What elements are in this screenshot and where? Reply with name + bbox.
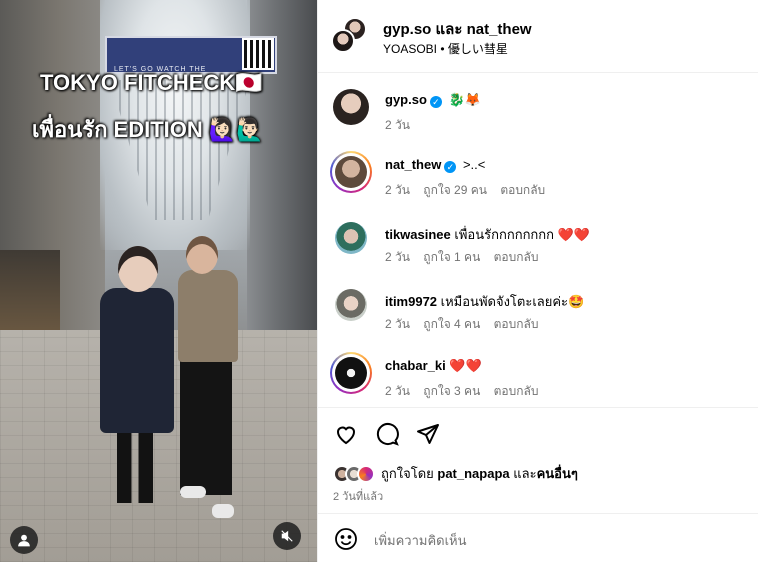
audio-track[interactable]: YOASOBI • 優しい彗星: [383, 40, 508, 57]
comment-time: 2 วัน: [385, 384, 410, 398]
comment-likes[interactable]: ถูกใจ 4 คน: [423, 317, 480, 331]
person2-shoe: [212, 504, 234, 518]
comment-likes[interactable]: ถูกใจ 29 คน: [423, 183, 487, 197]
send-icon[interactable]: [416, 422, 440, 446]
likes-and: และ: [509, 466, 537, 481]
comment-time: 2 วัน: [385, 317, 410, 331]
comment-line: itim9972 เหมือนพัดจังโตะเลยค่ะ🤩: [385, 291, 584, 312]
comment-meta: 2 วัน: [385, 116, 420, 135]
avatar[interactable]: [335, 289, 367, 321]
likes-others[interactable]: คนอื่นๆ: [537, 466, 578, 481]
avatar[interactable]: [335, 156, 367, 188]
comment-meta: 2 วัน ถูกใจ 29 คน ตอบกลับ: [385, 181, 555, 200]
comment-username[interactable]: gyp.so: [385, 92, 427, 107]
comment-meta: 2 วัน ถูกใจ 4 คน ตอบกลับ: [385, 315, 549, 334]
post-media[interactable]: LET'S GO WATCH THE TOKYO FITCHECK🇯🇵 เพื่…: [0, 0, 317, 562]
comment-meta: 2 วัน ถูกใจ 3 คน ตอบกลับ: [385, 382, 549, 401]
comment-likes[interactable]: ถูกใจ 3 คน: [423, 384, 480, 398]
media-overlay-subtitle: เพื่อนรัก EDITION 🙋🏻‍♀️🙋🏻‍♂️: [32, 117, 264, 142]
media-overlay-title: TOKYO FITCHECK🇯🇵: [40, 70, 263, 95]
avatar[interactable]: [335, 357, 367, 389]
person2-pants: [180, 360, 232, 495]
verified-badge-icon: ✓: [429, 96, 442, 108]
comment-line: chabar_ki ❤️❤️: [385, 358, 482, 374]
comment-text: เพื่อนรักกกกกกกก ❤️❤️: [454, 227, 591, 242]
comment-input[interactable]: [374, 529, 734, 551]
likes-text: ถูกใจโดย pat_napapa และคนอื่นๆ: [381, 463, 578, 484]
comment-line: gyp.so ✓ 🐉🦊: [385, 92, 481, 108]
reply-button[interactable]: ตอบกลับ: [494, 250, 539, 264]
likes-summary[interactable]: ถูกใจโดย pat_napapa และคนอื่นๆ: [333, 463, 578, 484]
person1-dress: [100, 288, 174, 433]
person1-legs: [117, 433, 153, 503]
comment-item: gyp.so ✓ 🐉🦊 2 วัน: [318, 89, 758, 149]
comment-item: tikwasinee เพื่อนรักกกกกกกก ❤️❤️ 2 วัน ถ…: [318, 221, 758, 281]
person1-head: [118, 246, 158, 292]
comment-icon[interactable]: [375, 422, 399, 446]
post-actions: ถูกใจโดย pat_napapa และคนอื่นๆ 2 วันที่แ…: [318, 407, 758, 513]
post-authors[interactable]: gyp.so และ nat_thew: [383, 17, 532, 41]
add-comment-bar: [318, 513, 758, 562]
emoji-icon[interactable]: [334, 527, 358, 551]
comment-text: >..<: [462, 157, 486, 172]
comment-time: 2 วัน: [385, 118, 410, 132]
reply-button[interactable]: ตอบกลับ: [494, 317, 539, 331]
likes-prefix: ถูกใจโดย: [381, 466, 438, 481]
comment-text: 🐉🦊: [448, 92, 481, 107]
tagged-users-button[interactable]: [10, 526, 38, 554]
avatar[interactable]: [335, 222, 367, 254]
comment-time: 2 วัน: [385, 183, 410, 197]
comment-text: เหมือนพัดจังโตะเลยค่ะ🤩: [440, 294, 585, 309]
verified-badge-icon: ✓: [444, 161, 457, 173]
heart-icon[interactable]: [334, 422, 358, 446]
comment-item: nat_thew ✓ >..< 2 วัน ถูกใจ 29 คน ตอบกลับ: [318, 151, 758, 214]
comment-line: nat_thew ✓ >..<: [385, 157, 485, 173]
comment-username[interactable]: tikwasinee: [385, 227, 451, 242]
person2-head: [186, 236, 218, 274]
comment-item: chabar_ki ❤️❤️ 2 วัน ถูกใจ 3 คน ตอบกลับ: [318, 352, 758, 415]
comment-line: tikwasinee เพื่อนรักกกกกกกก ❤️❤️: [385, 224, 590, 245]
comment-likes[interactable]: ถูกใจ 1 คน: [423, 250, 480, 264]
person2-shoe: [180, 486, 206, 498]
person2-shirt: [178, 270, 238, 362]
user-icon: [18, 534, 30, 547]
comment-time: 2 วัน: [385, 250, 410, 264]
comment-username[interactable]: nat_thew: [385, 157, 441, 172]
avatar: [357, 464, 375, 483]
post-header: gyp.so และ nat_thew YOASOBI • 優しい彗星: [318, 0, 758, 73]
avatar[interactable]: [333, 89, 369, 125]
comment-item: itim9972 เหมือนพัดจังโตะเลยค่ะ🤩 2 วัน ถู…: [318, 288, 758, 348]
comment-text: ❤️❤️: [449, 358, 482, 373]
mute-button[interactable]: [273, 522, 301, 550]
likes-username[interactable]: pat_napapa: [437, 466, 509, 481]
speaker-muted-icon: [281, 530, 293, 542]
media-shop-left: [0, 250, 60, 340]
posted-time[interactable]: 2 วันที่แล้ว: [333, 487, 383, 505]
avatar[interactable]: [331, 29, 355, 53]
post-detail-panel: gyp.so และ nat_thew YOASOBI • 優しい彗星 gyp.…: [317, 0, 758, 562]
comment-meta: 2 วัน ถูกใจ 1 คน ตอบกลับ: [385, 248, 549, 267]
reply-button[interactable]: ตอบกลับ: [500, 183, 545, 197]
comment-username[interactable]: chabar_ki: [385, 358, 446, 373]
comment-username[interactable]: itim9972: [385, 294, 437, 309]
reply-button[interactable]: ตอบกลับ: [494, 384, 539, 398]
